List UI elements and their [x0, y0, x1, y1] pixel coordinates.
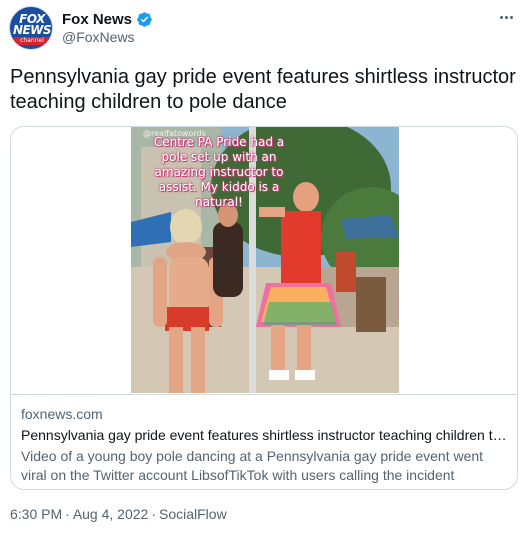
more-options-icon[interactable] [494, 9, 518, 25]
verified-badge-icon [137, 11, 152, 27]
avatar-logo-line3: channel [20, 37, 44, 44]
meta-separator: · [151, 506, 156, 522]
author-name-row: Fox News [62, 9, 153, 29]
tweet-meta: 6:30 PM · Aug 4, 2022 · SocialFlow [10, 505, 227, 523]
author-handle[interactable]: @FoxNews [62, 29, 135, 45]
card-domain: foxnews.com [21, 406, 103, 422]
tweet-time[interactable]: 6:30 PM [10, 506, 62, 522]
card-media[interactable]: @realfatowords Centre PA Pride had a pol… [11, 127, 517, 393]
tweet-source[interactable]: SocialFlow [159, 506, 227, 522]
card-body[interactable]: foxnews.com Pennsylvania gay pride event… [11, 394, 517, 489]
tweet-header: FOX NEWS channel Fox News @FoxNews [0, 0, 532, 56]
card-image[interactable]: @realfatowords Centre PA Pride had a pol… [131, 127, 399, 393]
card-image-caption: Centre PA Pride had a pole set up with a… [153, 135, 285, 209]
avatar[interactable]: FOX NEWS channel [9, 6, 53, 50]
meta-separator: · [65, 506, 70, 522]
avatar-logo-line2: NEWS [12, 23, 52, 37]
card-description: Video of a young boy pole dancing at a P… [21, 448, 484, 489]
card-title[interactable]: Pennsylvania gay pride event features sh… [21, 426, 507, 445]
author-display-name[interactable]: Fox News [62, 11, 132, 28]
link-card[interactable]: @realfatowords Centre PA Pride had a pol… [10, 126, 518, 490]
tweet-text: Pennsylvania gay pride event features sh… [10, 66, 516, 113]
tweet-date[interactable]: Aug 4, 2022 [73, 506, 149, 522]
